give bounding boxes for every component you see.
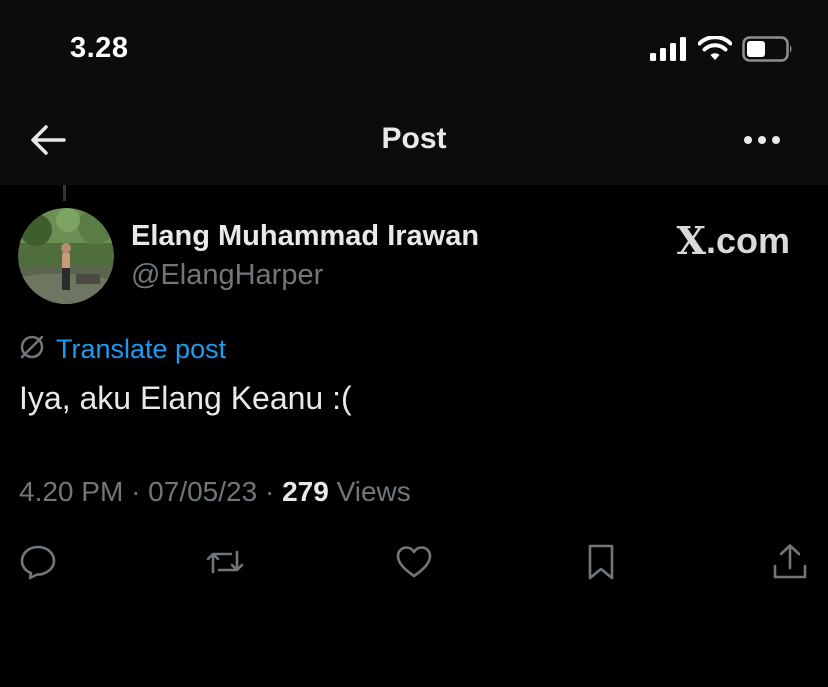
like-icon (396, 546, 432, 578)
post-date[interactable]: 07/05/23 (148, 476, 257, 507)
thread-line (63, 185, 66, 201)
x-com-watermark: X .com (676, 218, 790, 263)
author-name[interactable]: Elang Muhammad Irawan (131, 220, 479, 253)
more-horizontal-icon (744, 136, 780, 144)
like-button[interactable] (394, 542, 438, 586)
bookmark-icon (588, 544, 614, 580)
status-icons (650, 36, 794, 62)
post-meta: 4.20 PM · 07/05/23 · 279 Views (19, 476, 411, 508)
post-text: Iya, aku Elang Keanu :( (19, 380, 352, 416)
repost-button[interactable] (205, 542, 249, 586)
post-screen: 3.28 Post Elang Muhammad Irawan @ElangHa… (0, 0, 828, 687)
share-button[interactable] (770, 542, 814, 586)
views-count[interactable]: 279 (282, 476, 329, 507)
repost-icon (206, 550, 244, 574)
page-title: Post (381, 122, 447, 155)
reply-icon (20, 545, 56, 580)
share-icon (773, 544, 807, 579)
separator-dot: · (131, 476, 149, 507)
avatar[interactable] (18, 208, 114, 304)
views-label: Views (336, 476, 411, 507)
translate-post-link[interactable]: Translate post (18, 333, 226, 366)
translate-icon (18, 333, 46, 366)
post-time[interactable]: 4.20 PM (19, 476, 123, 507)
x-logo: X (676, 218, 706, 263)
more-button[interactable] (742, 124, 786, 156)
wifi-icon (698, 36, 732, 62)
battery-icon (742, 36, 794, 62)
status-time: 3.28 (70, 32, 129, 64)
watermark-suffix: .com (705, 219, 790, 261)
separator-dot: · (264, 476, 283, 507)
reply-button[interactable] (18, 542, 62, 586)
signal-icon (650, 37, 688, 61)
top-bar: 3.28 Post (0, 0, 828, 185)
translate-label: Translate post (56, 334, 227, 364)
bookmark-button[interactable] (581, 542, 625, 586)
author-handle[interactable]: @ElangHarper (131, 259, 323, 292)
